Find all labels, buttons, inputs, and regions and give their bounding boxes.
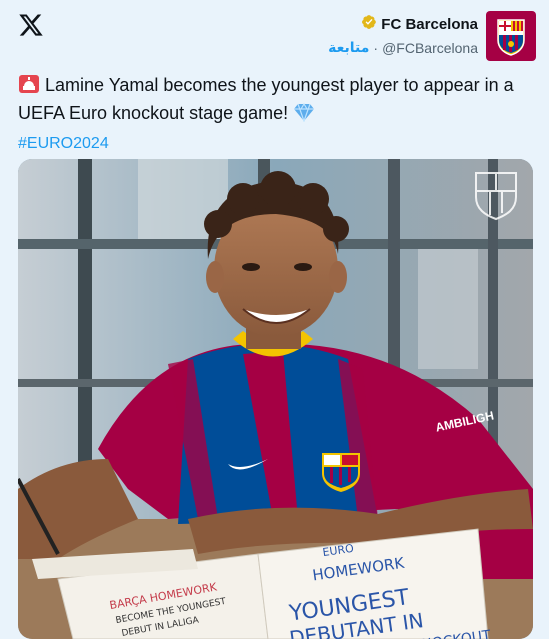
tweet-text: Lamine Yamal becomes the youngest player… (18, 75, 514, 123)
gem-emoji-icon (293, 102, 315, 129)
fcb-crest-icon (497, 19, 525, 56)
account-handle[interactable]: @FCBarcelona (382, 40, 478, 56)
tweet-media-image[interactable]: AMBILIGH BARÇA HOMEWORK BECOME THE YOUNG… (18, 159, 533, 639)
siren-emoji-icon (18, 74, 40, 101)
x-logo-icon[interactable] (18, 12, 44, 38)
account-names: FC Barcelona متابعة · @FCBarcelona (328, 11, 478, 56)
avatar[interactable] (486, 11, 536, 61)
follow-button[interactable]: متابعة (328, 40, 369, 56)
tweet-header: FC Barcelona متابعة · @FCBarcelona (328, 11, 536, 63)
account-name[interactable]: FC Barcelona (381, 16, 478, 33)
hashtag-link[interactable]: #EURO2024 (18, 131, 538, 156)
separator-dot: · (373, 40, 379, 56)
lamine-yamal-photo: AMBILIGH BARÇA HOMEWORK BECOME THE YOUNG… (18, 159, 533, 639)
tweet-body: Lamine Yamal becomes the youngest player… (18, 73, 538, 156)
verified-badge-icon (361, 14, 377, 35)
